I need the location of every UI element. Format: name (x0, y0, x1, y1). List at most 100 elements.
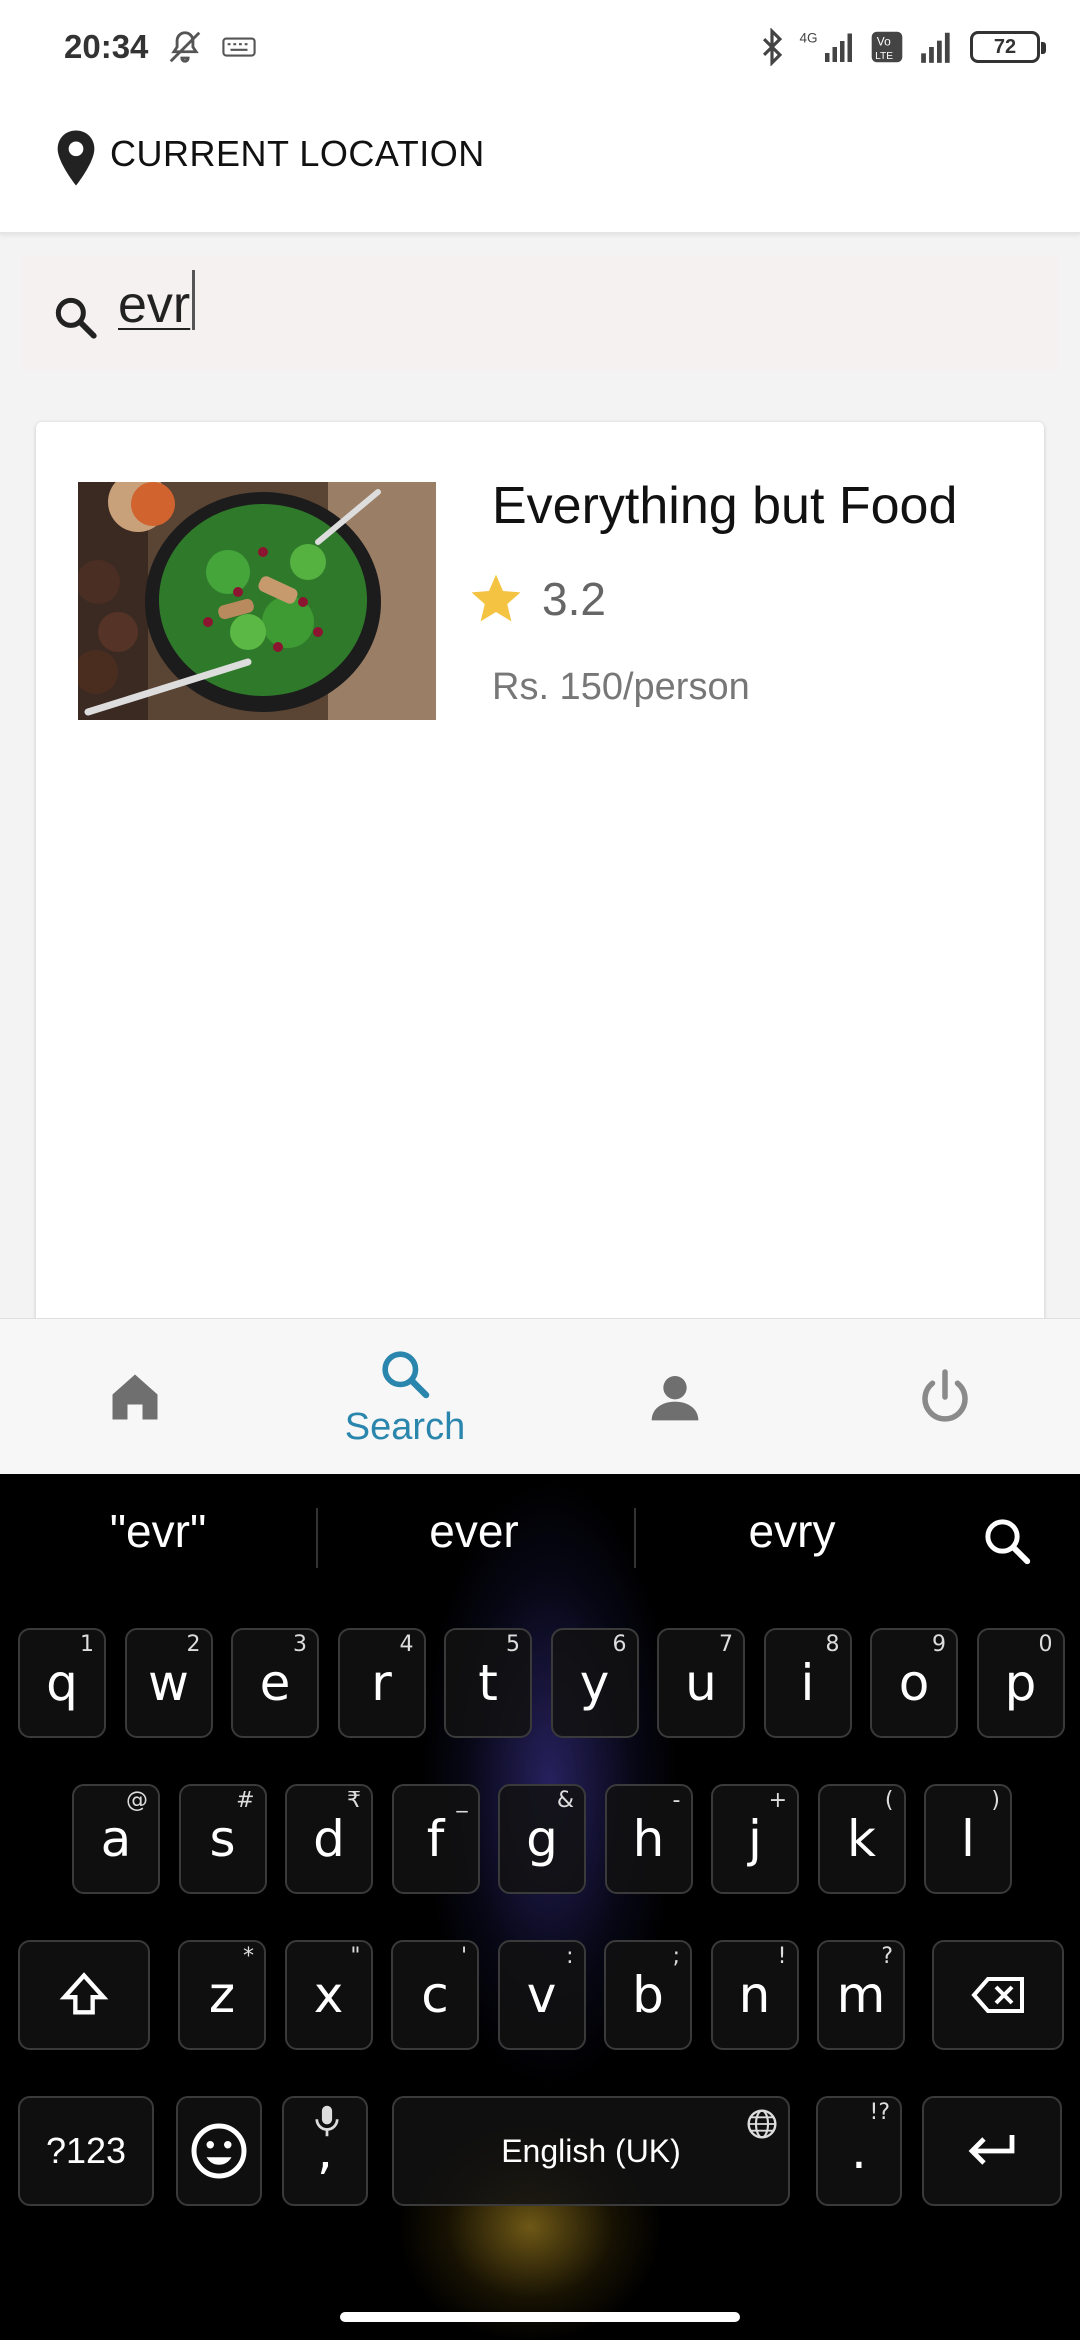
key-a[interactable]: a @ (72, 1784, 160, 1894)
suggestion-divider (316, 1508, 318, 1568)
restaurant-rating: 3.2 (542, 573, 606, 625)
key-label: l (961, 1810, 975, 1868)
search-bar[interactable]: evr (22, 256, 1058, 370)
status-bar: 20:34 4G Vo LTE 72 (0, 0, 1080, 100)
key-w[interactable]: w2 (124, 1628, 213, 1738)
key-hint: 0 (1038, 1632, 1053, 1657)
suggestion-item[interactable]: evry (642, 1504, 942, 1558)
key-u[interactable]: u7 (657, 1628, 745, 1738)
key-label: a (100, 1810, 132, 1868)
nav-search[interactable]: Search (270, 1319, 540, 1475)
svg-text:LTE: LTE (875, 51, 893, 62)
key-hint: 9 (932, 1632, 946, 1657)
key-hint: - (672, 1788, 681, 1813)
key-d[interactable]: d ₹ (285, 1784, 373, 1894)
key-hint: ( (884, 1788, 894, 1813)
key-y[interactable]: y6 (550, 1628, 639, 1738)
key-r[interactable]: r4 (337, 1628, 426, 1738)
key-hint: 2 (186, 1632, 201, 1657)
restaurant-price: Rs. 150/person (492, 666, 750, 708)
key-label: u (685, 1654, 717, 1712)
search-input[interactable]: evr (118, 270, 196, 340)
period-label: . (851, 2122, 867, 2180)
person-icon (651, 1376, 699, 1421)
key-n[interactable]: n! (710, 1940, 799, 2050)
key-j[interactable]: j + (711, 1784, 799, 1894)
key-k[interactable]: k( (817, 1784, 906, 1894)
nav-home[interactable] (0, 1319, 270, 1475)
shift-icon (59, 1972, 109, 2015)
key-l[interactable]: l) (924, 1784, 1012, 1894)
key-f[interactable]: f _ (391, 1784, 480, 1894)
emoji-key[interactable] (176, 2096, 262, 2206)
key-m[interactable]: m? (817, 1940, 905, 2050)
suggestion-item[interactable]: "evr" (8, 1504, 308, 1558)
key-label: w (148, 1654, 189, 1712)
key-c[interactable]: c ' (391, 1940, 479, 2050)
status-left-icons (166, 28, 256, 66)
key-hint: 5 (506, 1632, 520, 1657)
key-label: o (898, 1654, 930, 1712)
enter-icon (968, 2135, 1015, 2165)
key-label: c (421, 1966, 449, 2024)
key-q[interactable]: q1 (18, 1628, 106, 1738)
key-hint: 3 (293, 1632, 307, 1657)
key-v[interactable]: v: (497, 1940, 586, 2050)
svg-text:4G: 4G (800, 31, 818, 46)
key-hint: & (556, 1788, 574, 1813)
enter-key[interactable] (922, 2096, 1062, 2206)
key-hint: ) (991, 1788, 1000, 1813)
location-header[interactable]: CURRENT LOCATION (0, 100, 1080, 234)
key-i[interactable]: i8 (763, 1628, 852, 1738)
key-hint: 6 (612, 1632, 627, 1657)
key-label: x (313, 1966, 344, 2024)
location-pin-icon (57, 130, 95, 186)
key-label: b (632, 1966, 664, 2024)
key-t[interactable]: t5 (444, 1628, 532, 1738)
space-label: English (UK) (501, 2132, 681, 2169)
key-h[interactable]: h- (604, 1784, 693, 1894)
key-label: y (579, 1654, 610, 1712)
key-o[interactable]: o9 (870, 1628, 958, 1738)
key-label: j (748, 1810, 762, 1868)
key-hint: * (243, 1944, 254, 1969)
text-caret (192, 270, 196, 330)
key-b[interactable]: b; (604, 1940, 692, 2050)
key-hint: " (350, 1944, 361, 1969)
key-x[interactable]: x " (284, 1940, 373, 2050)
key-p[interactable]: p0 (976, 1628, 1065, 1738)
restaurant-name: Everything but Food (492, 477, 958, 535)
status-time: 20:34 (64, 28, 149, 65)
key-hint: ! (777, 1944, 787, 1969)
signal-icon (921, 32, 950, 63)
key-label: s (209, 1810, 236, 1868)
home-indicator[interactable] (340, 2312, 740, 2322)
symbols-key[interactable]: ?123 (18, 2096, 154, 2206)
key-hint: _ (456, 1788, 468, 1813)
key-g[interactable]: g & (498, 1784, 586, 1894)
keyboard-search-icon[interactable] (980, 1514, 1034, 1568)
nav-profile[interactable] (540, 1319, 810, 1475)
keyboard-icon (222, 37, 256, 57)
key-e[interactable]: e3 (231, 1628, 319, 1738)
key-label: k (847, 1810, 876, 1868)
restaurant-thumbnail (78, 482, 436, 720)
key-hint: ; (672, 1944, 680, 1969)
key-hint: 7 (719, 1632, 733, 1657)
space-key[interactable]: English (UK) (392, 2096, 790, 2206)
period-key[interactable]: . !? (816, 2096, 902, 2206)
bluetooth-icon (762, 28, 783, 66)
key-s[interactable]: s # (178, 1784, 267, 1894)
key-label: g (526, 1810, 558, 1868)
restaurant-result-item[interactable]: Everything but Food 3.2 Rs. 150/person (36, 422, 1044, 742)
backspace-key[interactable] (932, 1940, 1064, 2050)
comma-key[interactable]: , (282, 2096, 368, 2206)
shift-key[interactable] (18, 1940, 150, 2050)
key-hint: ' (460, 1944, 467, 1969)
suggestion-item[interactable]: ever (324, 1504, 624, 1558)
nav-logout[interactable] (810, 1319, 1080, 1475)
bottom-navigation: Search (0, 1318, 1080, 1474)
key-z[interactable]: z * (178, 1940, 266, 2050)
status-right-icons: 4G Vo LTE 72 (758, 28, 1046, 66)
key-label: n (738, 1966, 771, 2024)
